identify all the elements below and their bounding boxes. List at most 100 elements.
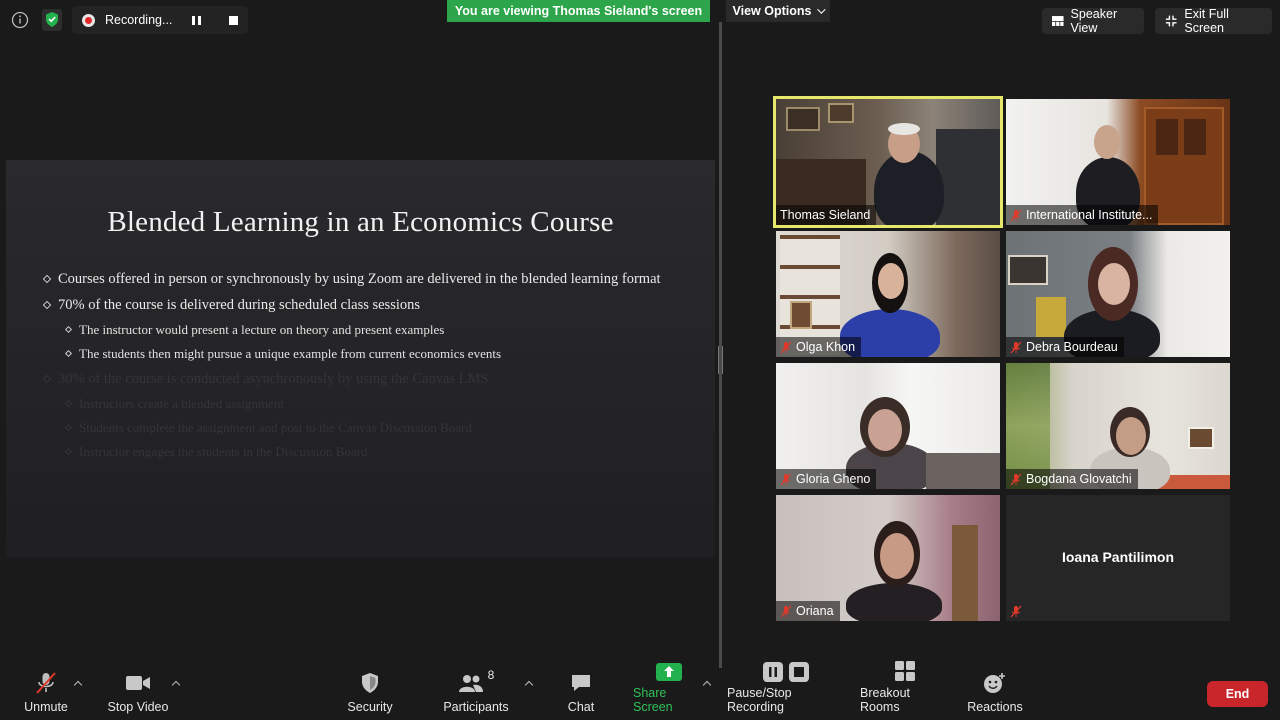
participant-name-label: Gloria Gheno	[776, 469, 877, 489]
exit-full-screen-label: Exit Full Screen	[1184, 7, 1229, 35]
video-tile-olga-khon[interactable]: Olga Khon	[776, 231, 1000, 357]
speaker-view-label: Speaker View	[1070, 7, 1118, 35]
unmute-label: Unmute	[24, 700, 68, 714]
meeting-toolbar: Unmute Stop Video Security 8 Participant…	[0, 661, 1280, 720]
pause-recording-icon[interactable]	[192, 15, 201, 25]
slide-bullet: 30% of the course is conducted asynchron…	[42, 370, 674, 388]
muted-mic-icon	[1010, 209, 1022, 221]
unmute-button[interactable]: Unmute	[20, 668, 72, 720]
reactions-smiley-icon	[983, 670, 1007, 696]
participant-name-centered: Ioana Pantilimon	[1061, 549, 1174, 565]
video-tile-gloria-gheno[interactable]: Gloria Gheno	[776, 363, 1000, 489]
chat-label: Chat	[567, 700, 595, 714]
slide-bullet: Courses offered in person or synchronous…	[42, 270, 674, 288]
bullet-diamond-icon	[64, 349, 73, 358]
participant-name: Olga Khon	[796, 340, 856, 354]
video-tile-thomas-sieland[interactable]: Thomas Sieland	[773, 96, 1003, 228]
meeting-info-icon[interactable]	[8, 8, 32, 32]
top-left-controls	[8, 8, 64, 32]
stop-recording-icon[interactable]	[229, 15, 238, 25]
recording-indicator: Recording...	[72, 6, 248, 34]
pause-stop-icon	[763, 662, 809, 682]
video-options-caret-icon[interactable]	[171, 680, 181, 690]
bullet-text: The instructor would present a lecture o…	[79, 322, 445, 337]
chat-button[interactable]: Chat	[562, 668, 600, 720]
viewing-screen-banner: You are viewing Thomas Sieland's screen	[447, 0, 710, 22]
recording-dot-icon	[82, 13, 95, 27]
chat-bubble-icon	[570, 670, 592, 696]
audio-options-caret-icon[interactable]	[73, 680, 83, 690]
pause-stop-recording-button[interactable]: Pause/Stop Recording	[727, 662, 845, 720]
slide-sub-bullet: Instructor engages the students in the D…	[64, 444, 674, 460]
slide-sub-bullet: The instructor would present a lecture o…	[64, 322, 674, 338]
video-tile-international-institute[interactable]: International Institute...	[1006, 99, 1230, 225]
video-tile-ioana-pantilimon[interactable]: Ioana Pantilimon	[1006, 495, 1230, 621]
end-meeting-button[interactable]: End	[1207, 681, 1268, 707]
bullet-text: Instructor engages the students in the D…	[79, 444, 368, 459]
exit-fullscreen-icon	[1165, 15, 1177, 27]
bullet-text: The students then might pursue a unique …	[79, 346, 502, 361]
breakout-rooms-label: Breakout Rooms	[860, 686, 911, 714]
slide-bullet: 70% of the course is delivered during sc…	[42, 296, 674, 314]
breakout-rooms-icon	[894, 660, 916, 682]
slide-sub-bullet: Instructors create a blended assignment	[64, 396, 674, 412]
share-screen-button[interactable]: Share Screen	[633, 663, 705, 720]
zoom-meeting-window: Recording... You are viewing Thomas Siel…	[0, 0, 1280, 720]
muted-mic-icon	[780, 473, 792, 485]
participant-name-label: Debra Bourdeau	[1006, 337, 1124, 357]
pause-stop-recording-label: Pause/Stop Recording	[727, 686, 792, 714]
reactions-button[interactable]: Reactions	[967, 668, 1023, 720]
encryption-shield-icon[interactable]	[40, 8, 64, 32]
participant-name: Debra Bourdeau	[1026, 340, 1118, 354]
participant-name: Oriana	[796, 604, 834, 618]
participants-label: Participants	[443, 700, 509, 714]
slide-sub-bullet: Students complete the assignment and pos…	[64, 420, 674, 436]
security-shield-icon	[360, 670, 380, 696]
recording-label: Recording...	[105, 13, 173, 27]
participant-name-label: Olga Khon	[776, 337, 862, 357]
muted-mic-icon	[34, 670, 58, 696]
split-divider[interactable]	[719, 22, 722, 668]
shared-screen-slide: Blended Learning in an Economics Course …	[6, 160, 715, 558]
muted-mic-icon	[1010, 473, 1022, 485]
participant-name: Gloria Gheno	[796, 472, 871, 486]
slide-sub-bullet: The students then might pursue a unique …	[64, 346, 674, 362]
muted-mic-icon	[1010, 605, 1022, 617]
bullet-text: Courses offered in person or synchronous…	[58, 271, 661, 287]
video-tile-oriana[interactable]: Oriana	[776, 495, 1000, 621]
stop-video-button[interactable]: Stop Video	[107, 668, 169, 720]
bullet-diamond-icon	[64, 423, 73, 432]
bullet-diamond-icon	[42, 374, 52, 384]
chevron-down-icon	[817, 5, 827, 14]
participants-options-caret-icon[interactable]	[524, 680, 534, 690]
bullet-text: Instructors create a blended assignment	[79, 396, 285, 411]
security-label: Security	[347, 700, 393, 714]
video-tile-bogdana-glovatchi[interactable]: Bogdana Glovatchi	[1006, 363, 1230, 489]
exit-full-screen-button[interactable]: Exit Full Screen	[1155, 7, 1272, 35]
bullet-diamond-icon	[42, 300, 52, 310]
participant-status	[1006, 601, 1028, 621]
slide-title: Blended Learning in an Economics Course	[107, 206, 614, 238]
participant-name: Bogdana Glovatchi	[1026, 472, 1132, 486]
bullet-text: 70% of the course is delivered during sc…	[58, 297, 421, 313]
muted-mic-icon	[1010, 341, 1022, 353]
participants-count-badge: 8	[487, 668, 495, 682]
video-tile-debra-bourdeau[interactable]: Debra Bourdeau	[1006, 231, 1230, 357]
security-button[interactable]: Security	[345, 668, 395, 720]
participant-name: International Institute...	[1026, 208, 1153, 222]
participants-button[interactable]: 8 Participants	[443, 668, 509, 720]
divider-drag-handle[interactable]	[718, 346, 723, 374]
view-options-button[interactable]: View Options	[726, 0, 830, 22]
participant-name-label: Bogdana Glovatchi	[1006, 469, 1138, 489]
slide-bullet-list: Courses offered in person or synchronous…	[42, 270, 674, 468]
participant-name-label: Oriana	[776, 601, 840, 621]
speaker-view-button[interactable]: Speaker View	[1042, 7, 1144, 35]
participant-name-label: Thomas Sieland	[776, 205, 877, 225]
participant-name-label: International Institute...	[1006, 205, 1159, 225]
muted-mic-icon	[780, 341, 792, 353]
bullet-diamond-icon	[64, 447, 73, 456]
breakout-rooms-button[interactable]: Breakout Rooms	[860, 661, 950, 720]
bullet-text: 30% of the course is conducted asynchron…	[58, 371, 489, 387]
grid-view-icon	[1052, 16, 1064, 26]
share-screen-icon	[656, 662, 682, 682]
